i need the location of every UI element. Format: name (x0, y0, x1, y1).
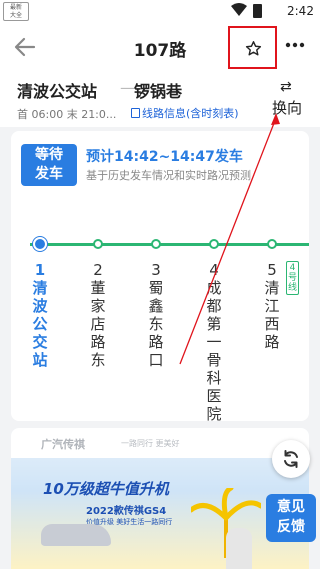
stop-name: 清江西路 (264, 279, 280, 351)
route-info-bar: 清波公交站 — 锣锅巷 首 06:00 末 21:0... 线路信息(含时刻表)… (0, 72, 320, 127)
status-time: 2:42 (287, 4, 314, 18)
more-options-button[interactable] (285, 36, 305, 56)
to-stop-name: 锣锅巷 (134, 82, 183, 101)
refresh-icon (284, 450, 298, 468)
stop-number: 1 (34, 261, 46, 279)
from-stop-name: 清波公交站 (17, 82, 98, 101)
stop-name: 清波公交站 (32, 279, 48, 369)
document-icon (131, 108, 140, 118)
feedback-line-2: 反馈 (277, 519, 305, 535)
swap-icon: ⇄ (280, 79, 292, 95)
top-app-bar: 107路 (0, 22, 320, 72)
stop-number: 2 (93, 261, 103, 279)
swap-direction-label: 换向 (272, 99, 303, 117)
feedback-button[interactable]: 意见 反馈 (266, 494, 316, 542)
stop-label[interactable]: 5 清江西路 (263, 261, 281, 351)
status-bar: 最新 大全 2:42 (0, 0, 320, 22)
stop-label[interactable]: 3 蜀鑫东路口 (147, 261, 165, 369)
ad-top-bar: 广汽传祺 一路同行 更美好 (11, 428, 309, 458)
stop-name: 蜀鑫东路口 (148, 279, 164, 369)
stop-dot-5[interactable] (267, 239, 277, 249)
advertisement-banner[interactable]: 广汽传祺 一路同行 更美好 10万级超牛值升机 2022款传祺GS4 价值升级 … (11, 428, 309, 569)
stop-number: 4 (209, 261, 219, 279)
line-info-label: 线路信息(含时刻表) (142, 107, 239, 120)
waiting-badge: 等待 发车 (21, 144, 77, 186)
ad-brand: 广汽传祺 (41, 438, 85, 451)
ad-car-image (41, 524, 111, 546)
stop-label[interactable]: 1 清波公交站 (31, 261, 49, 369)
metro-transfer-tag: 4号线 (286, 261, 299, 295)
stop-number: 5 (267, 261, 277, 279)
ad-slogan: 一路同行 更美好 (121, 439, 180, 448)
stop-label[interactable]: 4 成都第一骨科医院 (205, 261, 223, 423)
stop-dot-4[interactable] (209, 239, 219, 249)
stop-name: 成都第一骨科医院 (206, 279, 222, 423)
badge-line-1: 等待 (35, 147, 63, 163)
eta-note: 基于历史发车情况和实时路况预测 (86, 169, 251, 182)
stop-name: 董家店路东 (90, 279, 106, 369)
favorite-button[interactable] (228, 26, 277, 69)
stop-number: 3 (151, 261, 161, 279)
refresh-button[interactable] (272, 440, 310, 478)
star-icon (245, 41, 262, 56)
bus-route-page: 最新 大全 2:42 107路 清波公交站 — 锣锅巷 首 06:00 末 21:… (0, 0, 320, 569)
ad-person-image (226, 528, 252, 569)
current-stop-bus-icon (33, 237, 47, 251)
stop-dot-3[interactable] (151, 239, 161, 249)
wifi-icon (231, 3, 247, 16)
badge-line-2: 发车 (35, 166, 63, 182)
swap-direction-button[interactable]: ⇄ 换向 (268, 80, 310, 120)
battery-icon (253, 4, 262, 18)
feedback-line-1: 意见 (277, 499, 305, 515)
ad-headline: 10万级超牛值升机 (43, 480, 169, 498)
service-time: 首 06:00 末 21:0... (17, 108, 117, 121)
ad-model: 2022款传祺GS4 (86, 506, 167, 517)
stop-label[interactable]: 2 董家店路东 (89, 261, 107, 369)
app-logo: 最新 大全 (3, 2, 29, 21)
line-info-link[interactable]: 线路信息(含时刻表) (131, 105, 239, 121)
eta-text: 预计14:42~14:47发车 (86, 149, 243, 165)
stop-dot-2[interactable] (93, 239, 103, 249)
more-dots-icon (285, 42, 305, 48)
